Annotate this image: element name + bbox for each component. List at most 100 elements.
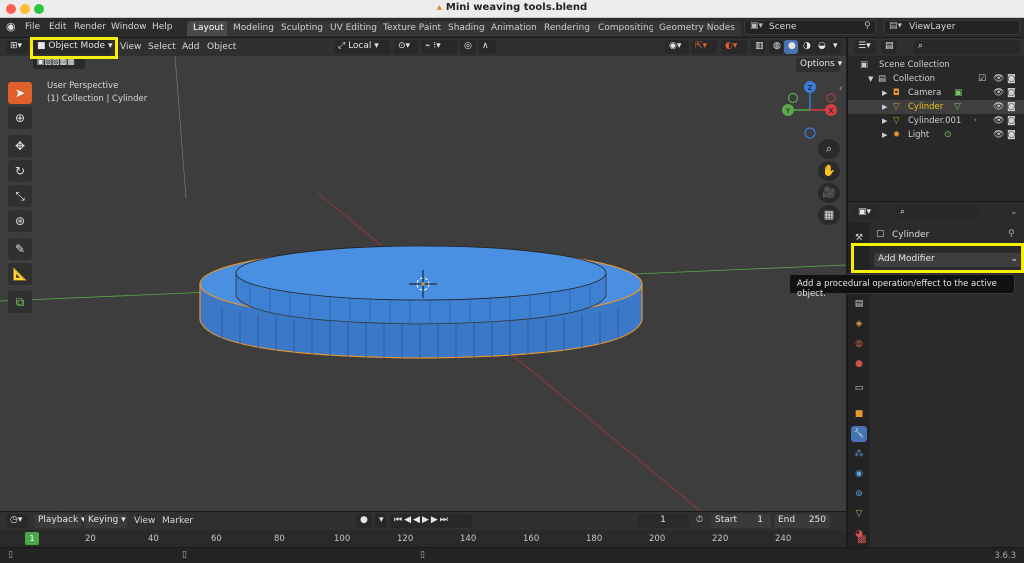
outliner-editor-type[interactable]: ☰▾	[854, 40, 876, 54]
viewport-menu-add[interactable]: Add	[182, 42, 199, 52]
viewport-menu-object[interactable]: Object	[207, 42, 236, 52]
camera-data-icon[interactable]: ▣	[954, 88, 963, 98]
shading-material-button[interactable]: ◑	[799, 40, 813, 54]
mesh-data-icon[interactable]: ▽	[954, 102, 961, 112]
add-cube-tool[interactable]: ⧉	[8, 291, 32, 313]
properties-editor-type[interactable]: ▣▾	[854, 206, 878, 220]
snap-toggle[interactable]: ⌁ ⁝▾	[421, 40, 457, 54]
menu-help[interactable]: Help	[152, 22, 173, 32]
tab-shading[interactable]: Shading	[442, 21, 491, 36]
expand-arrow-icon[interactable]: ▶	[882, 89, 887, 97]
move-tool[interactable]: ✥	[8, 135, 32, 157]
camera-view-icon[interactable]: 🎥	[818, 183, 840, 203]
outliner-item-camera[interactable]: ▶ ◘ Camera ▣ 👁 ◙	[848, 86, 1024, 100]
transform-orientation-dropdown[interactable]: ⤢ Local ▾	[334, 40, 390, 54]
expand-arrow-icon[interactable]: ▶	[882, 117, 887, 125]
outliner-item-cylinder-001[interactable]: ▶ ▽ Cylinder.001 ‹ 👁 ◙	[848, 114, 1024, 128]
render-camera-icon[interactable]: ◙	[1007, 74, 1016, 84]
timeline-editor[interactable]: ◷▾ Playback ▾ Keying ▾ View Marker ● ▾ ⏮…	[0, 511, 846, 547]
select-box-tool[interactable]: ➤	[8, 82, 32, 104]
editor-type-menu[interactable]: ⊞▾	[6, 40, 28, 54]
proportional-edit-toggle[interactable]: ◎	[460, 40, 476, 54]
keying-set-dropdown[interactable]: ▾	[375, 514, 387, 528]
shading-wireframe-button[interactable]: ◍	[769, 40, 783, 54]
shading-solid-button[interactable]: ●	[784, 40, 798, 54]
playhead-frame-indicator[interactable]: 1	[25, 532, 39, 545]
collection-properties-tab-icon[interactable]: ▭	[851, 380, 867, 396]
tab-modeling[interactable]: Modeling	[227, 21, 280, 36]
view-layer-tab-icon[interactable]: ◈	[851, 316, 867, 332]
timeline-editor-type[interactable]: ◷▾	[6, 514, 28, 528]
options-dropdown[interactable]: Options ▾	[796, 58, 842, 72]
gizmo-toggle[interactable]: ⇱▾	[691, 40, 717, 54]
outliner-item-cylinder[interactable]: ▶ ▽ Cylinder ▽ 👁 ◙	[848, 100, 1024, 114]
measure-tool[interactable]: 📐	[8, 263, 32, 285]
render-camera-icon[interactable]: ◙	[1007, 88, 1016, 98]
render-camera-icon[interactable]: ◙	[1007, 130, 1016, 140]
outliner-filter-dropdown[interactable]: ▤	[881, 40, 897, 54]
blender-logo-icon[interactable]: ◉	[6, 20, 16, 33]
texture-checker-icon[interactable]: ▩	[857, 534, 866, 545]
overlays-toggle[interactable]: ◐▾	[721, 40, 747, 54]
cylinder-object[interactable]	[235, 245, 607, 325]
render-camera-icon[interactable]: ◙	[1007, 102, 1016, 112]
outliner-scene-collection[interactable]: ▣ Scene Collection	[848, 58, 1024, 72]
sidebar-toggle-chevron-icon[interactable]: ‹	[839, 84, 843, 94]
visibility-eye-icon[interactable]: 👁	[993, 116, 1004, 126]
transform-tool[interactable]: ⊛	[8, 210, 32, 232]
rotate-tool[interactable]: ↻	[8, 160, 32, 182]
tab-texture-paint[interactable]: Texture Paint	[377, 21, 448, 36]
timeline-menu-marker[interactable]: Marker	[162, 516, 193, 526]
xray-toggle[interactable]: ▥	[751, 40, 765, 54]
scene-selector[interactable]: Scene	[744, 20, 876, 35]
pin-icon[interactable]: ⚲	[864, 21, 871, 31]
viewport-menu-view[interactable]: View	[120, 42, 141, 52]
preview-range-clock-icon[interactable]: ⏱	[696, 515, 703, 525]
falloff-dropdown[interactable]: ∧	[478, 40, 496, 54]
outliner-search-input[interactable]: ⌕	[914, 40, 1020, 54]
menu-render[interactable]: Render	[74, 22, 106, 32]
auto-keying-record-button[interactable]: ●	[356, 514, 372, 528]
view-layer-selector[interactable]: ViewLayer	[884, 20, 1020, 35]
visibility-eye-icon[interactable]: 👁	[993, 88, 1004, 98]
constraints-properties-tab-icon[interactable]: ⊚	[851, 486, 867, 502]
object-properties-tab-icon[interactable]: ■	[851, 406, 867, 422]
world-properties-tab-icon[interactable]: ●	[851, 356, 867, 372]
tab-uv-editing[interactable]: UV Editing	[324, 21, 383, 36]
timeline-menu-view[interactable]: View	[134, 516, 155, 526]
pin-icon[interactable]: ⚲	[1008, 229, 1015, 239]
visibility-eye-icon[interactable]: 👁	[993, 102, 1004, 112]
visibility-eye-icon[interactable]: 👁	[993, 130, 1004, 140]
render-camera-icon[interactable]: ◙	[1007, 116, 1016, 126]
tab-rendering[interactable]: Rendering	[538, 21, 596, 36]
exclude-checkbox[interactable]: ☑	[978, 74, 986, 84]
menu-file[interactable]: File	[25, 22, 40, 32]
viewport-menu-select[interactable]: Select	[148, 42, 176, 52]
navigation-gizmo[interactable]: Z X Y	[782, 81, 837, 139]
tab-geometry-nodes[interactable]: Geometry Nodes	[653, 21, 741, 36]
tab-animation[interactable]: Animation	[485, 21, 543, 36]
expand-arrow-icon[interactable]: ▶	[882, 131, 887, 139]
outliner-item-light[interactable]: ▶ ✹ Light ⊙ 👁 ◙	[848, 128, 1024, 142]
end-frame-field[interactable]: End 250	[774, 514, 830, 528]
pivot-point-dropdown[interactable]: ⊙▾	[394, 40, 418, 54]
physics-properties-tab-icon[interactable]: ◉	[851, 466, 867, 482]
expand-arrow-icon[interactable]: ▶	[882, 103, 887, 111]
menu-window[interactable]: Window	[111, 22, 147, 32]
output-properties-tab-icon[interactable]: ▤	[851, 296, 867, 312]
perspective-grid-icon[interactable]: ▦	[818, 205, 840, 225]
pan-hand-icon[interactable]: ✋	[818, 161, 840, 181]
properties-options-icon[interactable]: ⌄	[1010, 207, 1018, 217]
tab-sculpting[interactable]: Sculpting	[275, 21, 330, 36]
start-frame-field[interactable]: Start 1	[711, 514, 771, 528]
playback-dropdown[interactable]: Playback ▾	[34, 514, 86, 528]
outliner-collection-row[interactable]: ▼ ▤ Collection ☑ 👁 ◙	[848, 72, 1024, 86]
object-data-properties-tab-icon[interactable]: ▽	[851, 506, 867, 522]
properties-search-input[interactable]: ⌕	[896, 206, 978, 220]
cursor-tool[interactable]: ⊕	[8, 107, 32, 129]
modifier-properties-wrench-icon[interactable]: 🔧	[851, 426, 867, 442]
visibility-eye-icon[interactable]: 👁	[993, 74, 1004, 84]
annotate-tool[interactable]: ✎	[8, 238, 32, 260]
keying-dropdown[interactable]: Keying ▾	[84, 514, 127, 528]
scene-properties-tab-icon[interactable]: ◍	[851, 336, 867, 352]
